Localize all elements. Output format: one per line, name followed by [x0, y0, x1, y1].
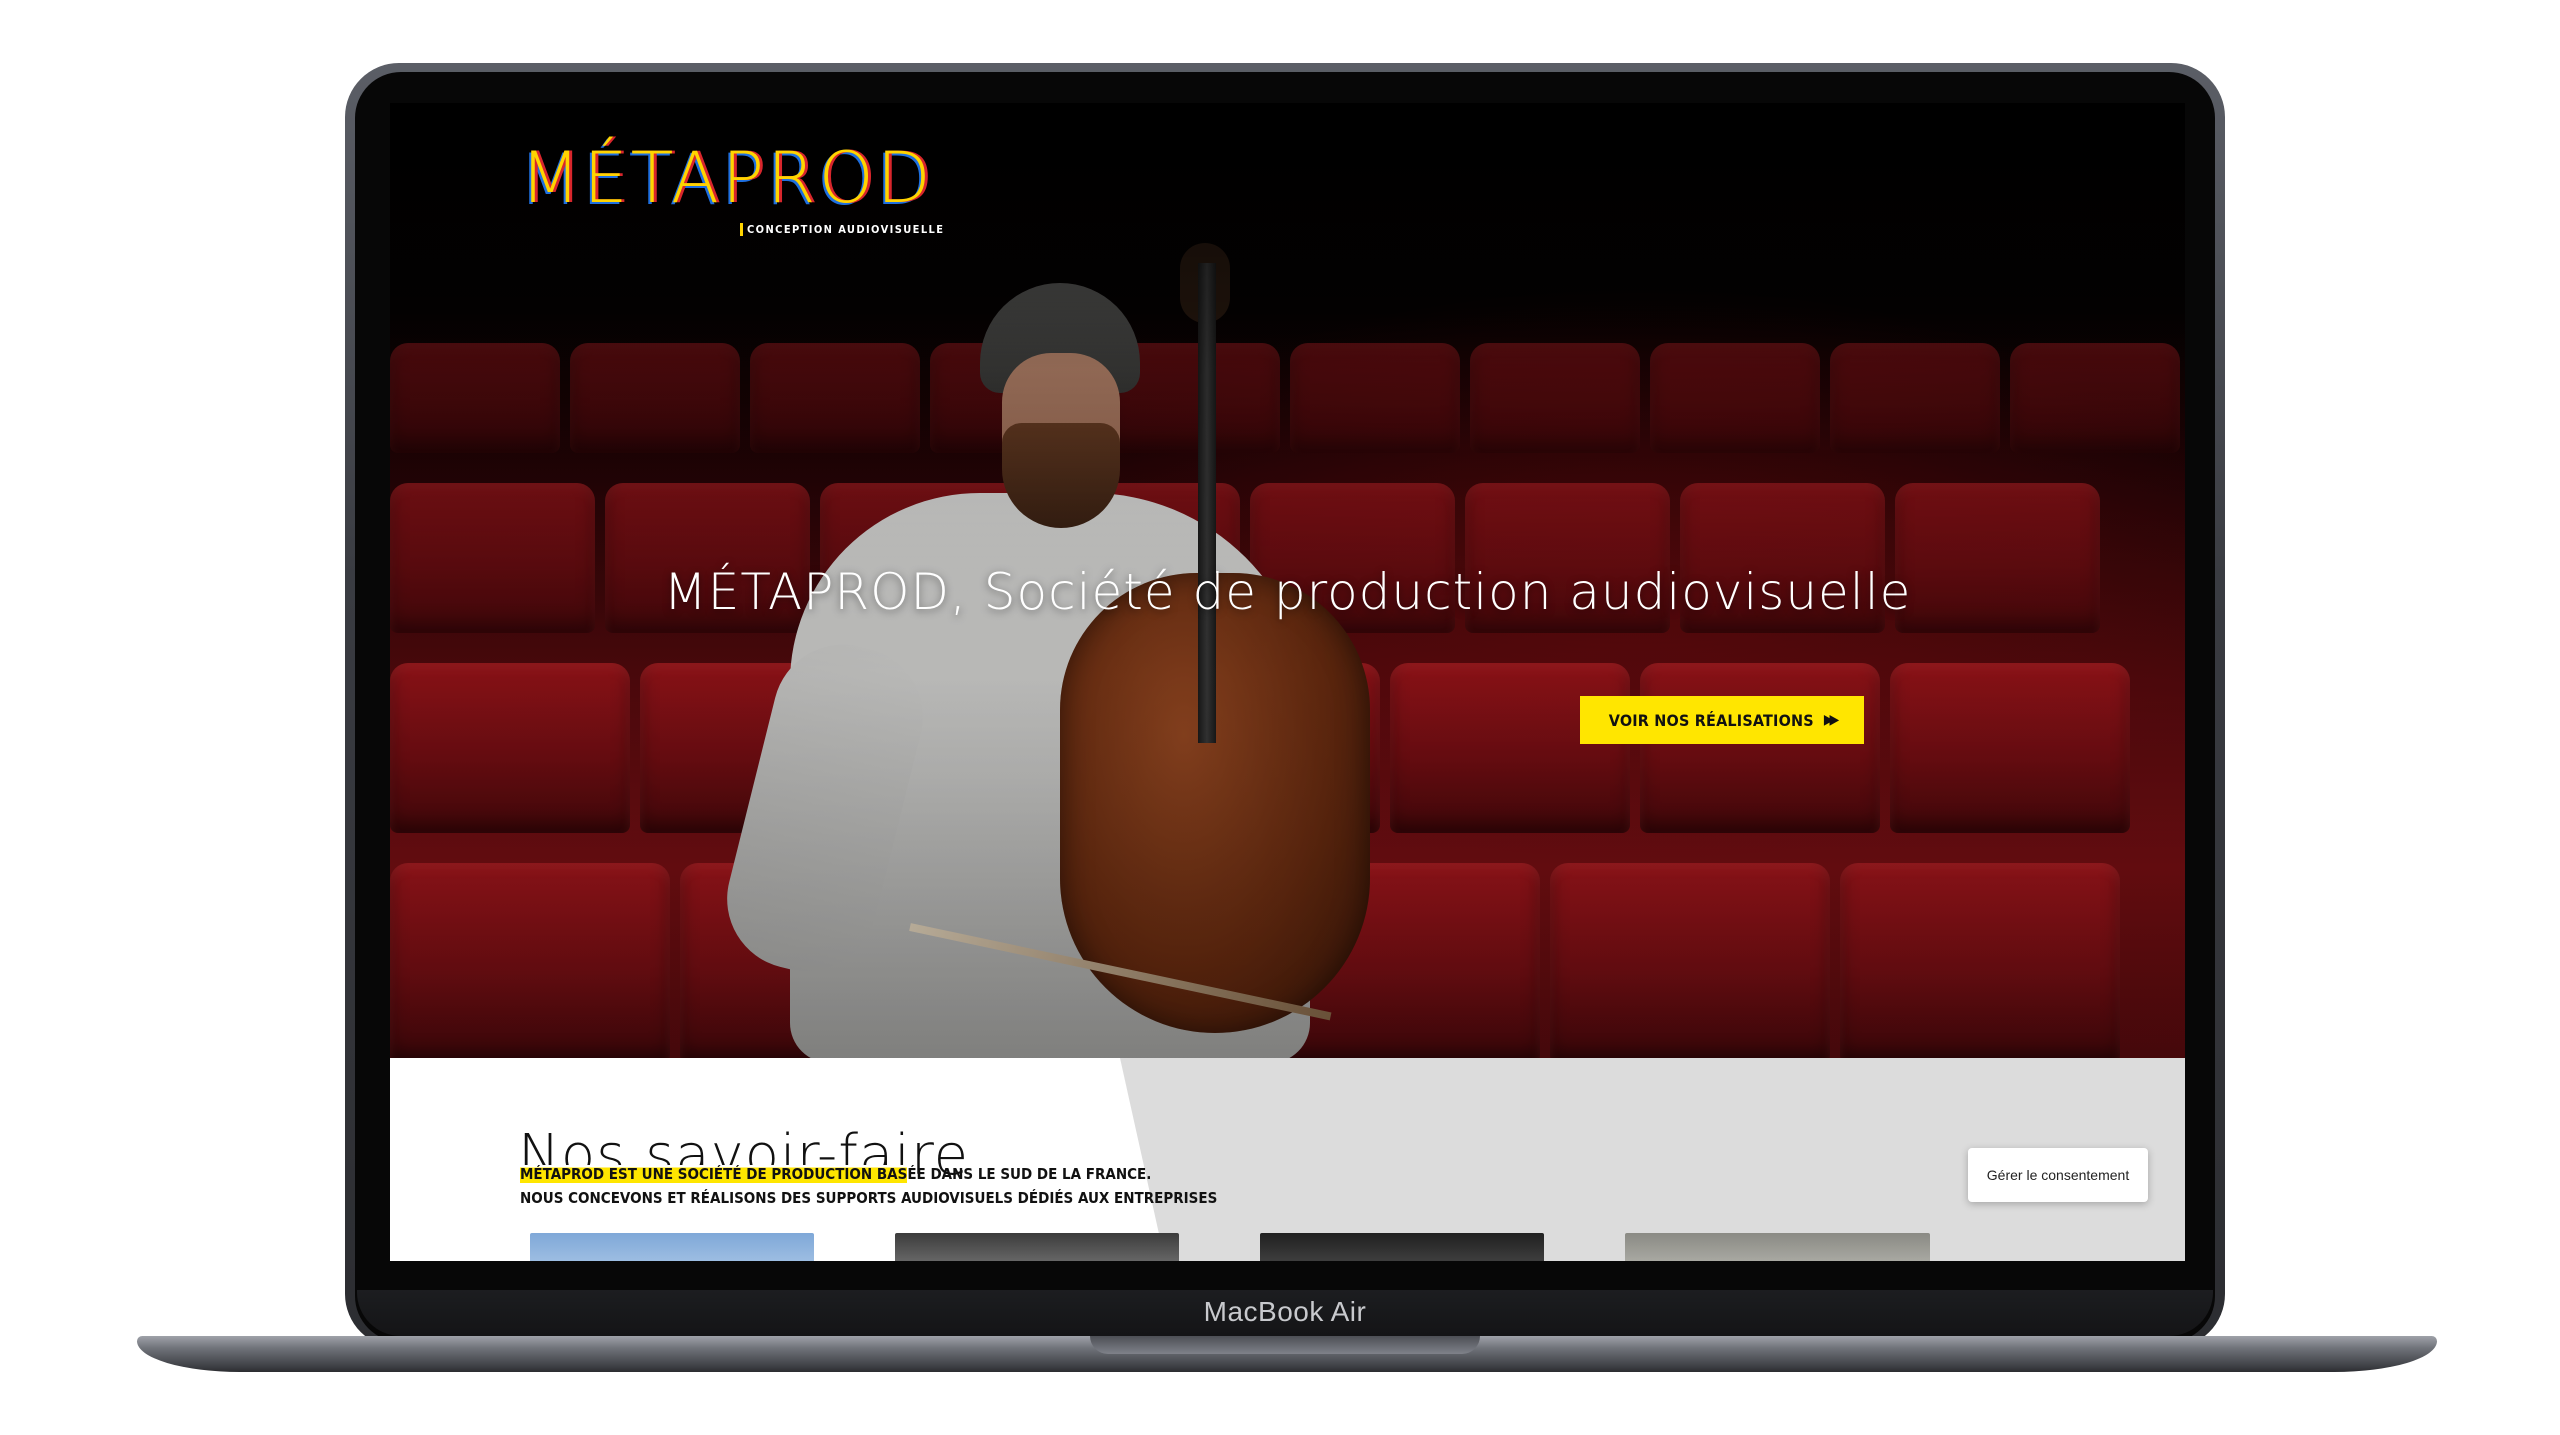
site-logo[interactable]: MÉTAPROD CONCEPTION AUDIOVISUELLE — [520, 137, 943, 236]
intro-line-1: MÉTAPROD EST UNE SOCIÉTÉ DE PRODUCTION B… — [520, 1162, 1217, 1186]
device-model-label: MacBook Air — [1203, 1296, 1367, 1327]
thumbnail-card[interactable] — [1260, 1233, 1544, 1261]
intro-line-2: NOUS CONCEVONS ET RÉALISONS DES SUPPORTS… — [520, 1189, 1218, 1207]
section-intro: MÉTAPROD EST UNE SOCIÉTÉ DE PRODUCTION B… — [520, 1162, 1217, 1210]
savoir-faire-section: Nos savoir-faire MÉTAPROD EST UNE SOCIÉT… — [390, 1058, 2185, 1261]
laptop-hinge-notch — [1090, 1336, 1480, 1354]
logo-wordmark: MÉTAPROD — [520, 137, 934, 219]
manage-consent-button[interactable]: Gérer le consentement — [1968, 1148, 2148, 1202]
cta-label: VOIR NOS RÉALISATIONS — [1608, 710, 1814, 730]
thumbnail-card[interactable] — [1625, 1233, 1930, 1261]
hero-title: MÉTAPROD, Société de production audiovis… — [663, 563, 1912, 621]
thumbnail-card[interactable] — [530, 1233, 814, 1261]
thumbnail-card[interactable] — [895, 1233, 1179, 1261]
intro-highlight: MÉTAPROD EST UNE SOCIÉTÉ DE PRODUCTION B… — [520, 1165, 908, 1183]
logo-tagline: CONCEPTION AUDIOVISUELLE — [740, 223, 944, 236]
intro-line-1-rest: ÉE DANS LE SUD DE LA FRANCE. — [907, 1165, 1152, 1183]
double-chevron-right-icon: ▶▶ — [1823, 712, 1840, 728]
hero-section: MÉTAPROD CONCEPTION AUDIOVISUELLE MÉTAPR… — [390, 103, 2185, 1058]
savoir-faire-thumbnails — [530, 1233, 1930, 1261]
laptop-screen: MÉTAPROD CONCEPTION AUDIOVISUELLE MÉTAPR… — [390, 103, 2185, 1261]
voir-realisations-button[interactable]: VOIR NOS RÉALISATIONS ▶▶ — [1580, 696, 1864, 744]
